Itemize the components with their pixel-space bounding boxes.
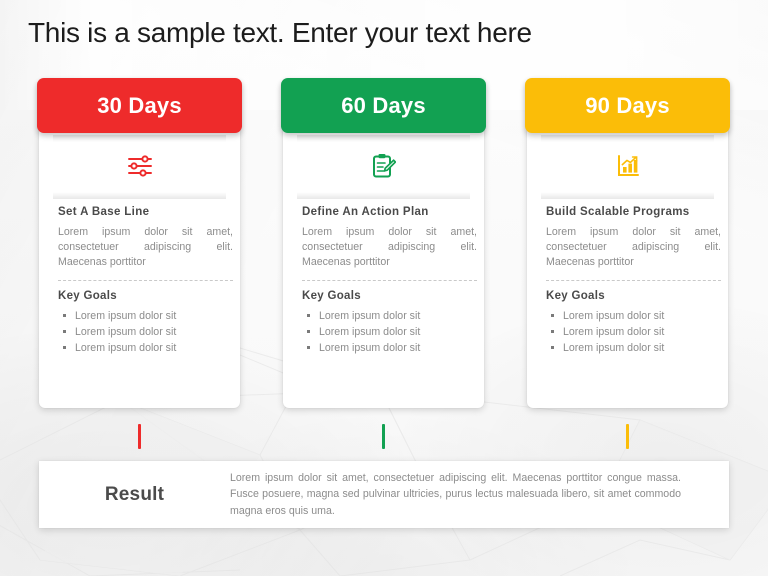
list-item: Lorem ipsum dolor sit [546,324,714,340]
list-item: Lorem ipsum dolor sit [58,324,226,340]
card-paragraph: Lorem ipsum dolor sit amet, consectetuer… [58,226,233,269]
result-label: Result [104,483,165,505]
card-badge-label: 90 Days [585,92,670,118]
divider [546,280,721,282]
divider [302,280,477,282]
card-body: Set A Base Line Lorem ipsum dolor sit am… [58,206,233,356]
divider [58,280,233,282]
card-60-days[interactable]: 60 Days Define An Action Plan Lorem ipsu… [281,78,486,408]
key-goals-title: Key Goals [546,290,605,303]
card-header-badge-60-days: 60 Days [281,78,486,133]
card-body: Build Scalable Programs Lorem ipsum dolo… [546,206,721,356]
sliders-icon [127,155,152,177]
key-goals-title: Key Goals [302,290,361,303]
card-heading: Set A Base Line [58,206,150,218]
card-90-days[interactable]: 90 Days Build Scalable Programs Lorem ip… [525,78,730,408]
icon-band [527,135,728,199]
card-badge-label: 30 Days [97,92,182,118]
key-goals-title: Key Goals [58,290,117,303]
result-text: Lorem ipsum dolor sit amet, consectetuer… [230,472,681,517]
clipboard-pencil-icon [372,154,396,178]
slide-canvas: This is a sample text. Enter your text h… [0,0,768,576]
list-item: Lorem ipsum dolor sit [546,308,714,324]
key-goals-list: Lorem ipsum dolor sit Lorem ipsum dolor … [58,308,226,356]
card-header-badge-30-days: 30 Days [37,78,242,133]
card-body: Define An Action Plan Lorem ipsum dolor … [302,206,477,356]
connector-tick-yellow [626,424,629,449]
icon-band [283,135,484,199]
card-paragraph: Lorem ipsum dolor sit amet, consectetuer… [302,226,477,269]
list-item: Lorem ipsum dolor sit [302,340,470,356]
card-heading: Build Scalable Programs [546,206,690,218]
list-item: Lorem ipsum dolor sit [58,308,226,324]
result-bar: Result Lorem ipsum dolor sit amet, conse… [39,461,729,528]
list-item: Lorem ipsum dolor sit [546,340,714,356]
card-paragraph: Lorem ipsum dolor sit amet, consectetuer… [546,226,721,269]
bar-chart-icon [617,155,639,176]
card-header-badge-90-days: 90 Days [525,78,730,133]
list-item: Lorem ipsum dolor sit [302,308,470,324]
card-heading: Define An Action Plan [302,206,429,218]
list-item: Lorem ipsum dolor sit [58,340,226,356]
key-goals-list: Lorem ipsum dolor sit Lorem ipsum dolor … [302,308,470,356]
connector-tick-green [382,424,385,449]
connector-tick-red [138,424,141,449]
card-badge-label: 60 Days [341,92,426,118]
icon-band [39,135,240,199]
list-item: Lorem ipsum dolor sit [302,324,470,340]
key-goals-list: Lorem ipsum dolor sit Lorem ipsum dolor … [546,308,714,356]
page-title: This is a sample text. Enter your text h… [28,17,532,48]
card-30-days[interactable]: 30 Days Set A Base Line Lorem ipsum dolo… [37,78,242,408]
